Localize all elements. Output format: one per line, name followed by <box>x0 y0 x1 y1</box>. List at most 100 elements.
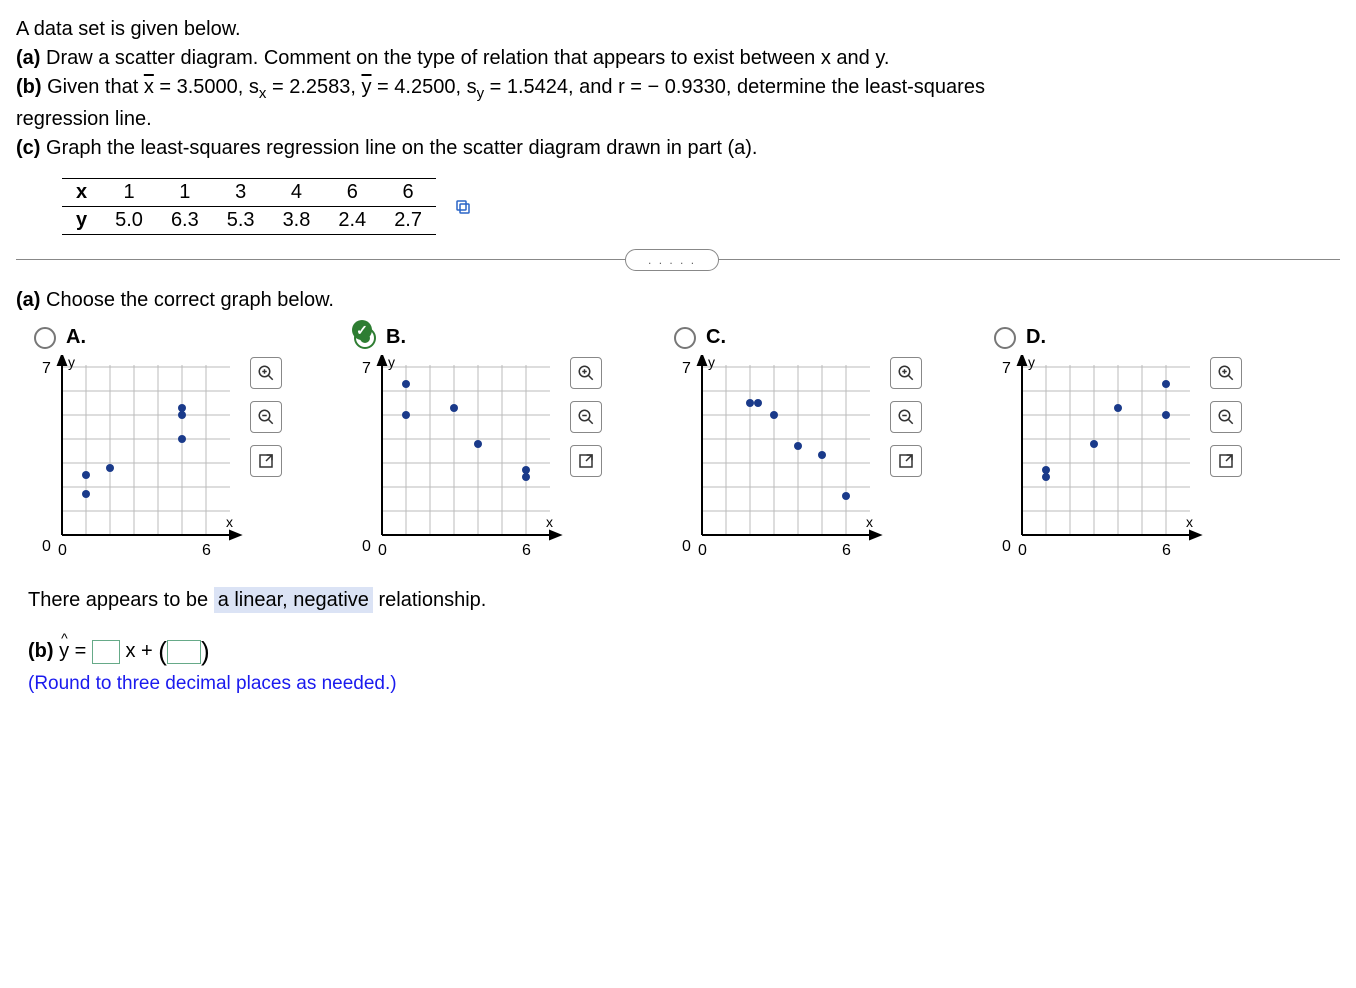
svg-text:0: 0 <box>1002 538 1011 555</box>
question-a: (a) Choose the correct graph below. <box>16 289 1340 312</box>
data-table: x 1 1 3 4 6 6 y 5.0 6.3 5.3 3.8 2.4 2.7 <box>62 178 436 235</box>
zoom-out-icon[interactable] <box>570 401 602 433</box>
y-cell: 3.8 <box>269 207 325 235</box>
svg-text:0: 0 <box>378 542 387 559</box>
relationship-sentence: There appears to be a linear, negative r… <box>16 589 1340 612</box>
svg-text:7: 7 <box>42 360 51 377</box>
scatter-d: y x 7 0 0 6 <box>994 355 1204 565</box>
y-header: y <box>62 207 101 235</box>
y-cell: 2.4 <box>324 207 380 235</box>
part-b-pre: Given that <box>42 76 144 98</box>
option-d[interactable]: D. y x 7 0 <box>994 326 1304 565</box>
svg-text:6: 6 <box>842 542 851 559</box>
option-d-label: D. <box>1026 326 1046 349</box>
svg-text:7: 7 <box>682 360 691 377</box>
x-cell: 1 <box>157 179 213 207</box>
table-row: x 1 1 3 4 6 6 <box>62 179 436 207</box>
option-a[interactable]: A. y x 7 0 <box>34 326 344 565</box>
option-c[interactable]: C. y x 7 0 <box>674 326 984 565</box>
option-b[interactable]: ✓ B. y x <box>354 326 664 565</box>
x-header: x <box>62 179 101 207</box>
zoom-in-icon[interactable] <box>570 357 602 389</box>
svg-text:y: y <box>388 355 395 370</box>
part-b-line1: (b) Given that x = 3.5000, sx = 2.2583, … <box>16 76 1340 102</box>
x-cell: 3 <box>213 179 269 207</box>
y-cell: 6.3 <box>157 207 213 235</box>
divider-toggle[interactable]: . . . . . <box>625 249 719 271</box>
part-a-line: (a) Draw a scatter diagram. Comment on t… <box>16 47 1340 70</box>
option-a-label: A. <box>66 326 86 349</box>
svg-text:0: 0 <box>42 538 51 555</box>
option-c-label: C. <box>706 326 726 349</box>
svg-text:y: y <box>1028 355 1035 370</box>
equals: = <box>75 640 92 662</box>
slope-input[interactable] <box>92 640 120 664</box>
scatter-c: y x 7 0 0 6 <box>674 355 884 565</box>
sentence-pre: There appears to be <box>28 589 214 611</box>
y-hat: y <box>59 640 69 663</box>
svg-text:0: 0 <box>362 538 371 555</box>
after-sx: = 2.2583, <box>266 76 361 98</box>
expand-icon[interactable] <box>250 445 282 477</box>
y-cell: 5.3 <box>213 207 269 235</box>
x-cell: 6 <box>380 179 436 207</box>
x-cell: 1 <box>101 179 157 207</box>
svg-text:6: 6 <box>1162 542 1171 559</box>
radio-a[interactable] <box>34 327 56 349</box>
rounding-hint: (Round to three decimal places as needed… <box>16 673 1340 695</box>
x-cell: 6 <box>324 179 380 207</box>
scatter-b: y x 7 0 0 6 <box>354 355 564 565</box>
zoom-out-icon[interactable] <box>250 401 282 433</box>
svg-text:6: 6 <box>202 542 211 559</box>
zoom-in-icon[interactable] <box>1210 357 1242 389</box>
intro-text: A data set is given below. <box>16 18 1340 41</box>
expand-icon[interactable] <box>570 445 602 477</box>
svg-text:7: 7 <box>362 360 371 377</box>
part-a-text: Draw a scatter diagram. Comment on the t… <box>40 47 889 69</box>
part-c-label: (c) <box>16 137 40 159</box>
radio-d[interactable] <box>994 327 1016 349</box>
sentence-post: relationship. <box>373 589 486 611</box>
svg-text:0: 0 <box>698 542 707 559</box>
xbar: x <box>144 76 154 98</box>
intercept-input[interactable] <box>167 640 201 664</box>
option-b-label: B. <box>386 326 406 349</box>
table-row: y 5.0 6.3 5.3 3.8 2.4 2.7 <box>62 207 436 235</box>
zoom-out-icon[interactable] <box>1210 401 1242 433</box>
sentence-highlight[interactable]: a linear, negative <box>214 587 373 613</box>
expand-icon[interactable] <box>890 445 922 477</box>
svg-text:x: x <box>866 514 873 530</box>
radio-c[interactable] <box>674 327 696 349</box>
svg-text:y: y <box>68 355 75 370</box>
svg-text:x: x <box>226 514 233 530</box>
mid-text: x + <box>125 640 158 662</box>
part-b-label: (b) <box>16 76 42 98</box>
svg-text:0: 0 <box>1018 542 1027 559</box>
sy-sub: y <box>477 85 485 102</box>
part-b-equation: (b) y = x + () <box>16 636 1340 667</box>
options-row: A. y x 7 0 <box>16 326 1340 565</box>
part-b-line2: regression line. <box>16 108 1340 131</box>
section-divider: . . . . . <box>16 249 1340 269</box>
svg-text:y: y <box>708 355 715 370</box>
svg-text:7: 7 <box>1002 360 1011 377</box>
y-cell: 5.0 <box>101 207 157 235</box>
svg-text:0: 0 <box>58 542 67 559</box>
part-b-eq-label: (b) <box>28 640 59 662</box>
zoom-out-icon[interactable] <box>890 401 922 433</box>
scatter-a: y x 7 0 0 6 <box>34 355 244 565</box>
svg-text:x: x <box>1186 514 1193 530</box>
zoom-in-icon[interactable] <box>890 357 922 389</box>
after-sy: = 1.5424, and r = − 0.9330, determine th… <box>484 76 985 98</box>
check-icon: ✓ <box>352 320 372 340</box>
expand-icon[interactable] <box>1210 445 1242 477</box>
part-c-line: (c) Graph the least-squares regression l… <box>16 137 1340 160</box>
zoom-in-icon[interactable] <box>250 357 282 389</box>
part-a-label: (a) <box>16 47 40 69</box>
y-cell: 2.7 <box>380 207 436 235</box>
part-c-text: Graph the least-squares regression line … <box>40 137 757 159</box>
svg-text:0: 0 <box>682 538 691 555</box>
svg-text:x: x <box>546 514 553 530</box>
x-cell: 4 <box>269 179 325 207</box>
copy-icon[interactable] <box>454 198 472 216</box>
